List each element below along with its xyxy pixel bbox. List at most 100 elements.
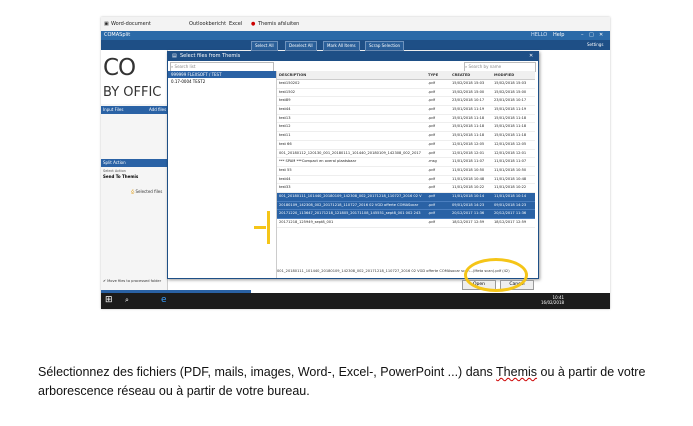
caption-themis: Themis bbox=[496, 365, 538, 379]
select-action-label: Select Action bbox=[103, 169, 126, 173]
table-row[interactable]: 20171220_113647_20171218_121805_20171108… bbox=[277, 210, 535, 219]
cell-created: 11/01/2018 10:48 bbox=[452, 176, 485, 181]
highlight-bracket-line bbox=[254, 226, 266, 229]
table-row[interactable]: 001_20180111_101440_20180109_142308_002_… bbox=[277, 192, 535, 202]
settings-link[interactable]: Settings bbox=[587, 40, 603, 50]
cell-modified: 09/01/2018 14:23 bbox=[494, 202, 527, 207]
table-row[interactable]: test44 .pdf 11/01/2018 10:48 11/01/2018 10:… bbox=[277, 176, 535, 185]
table-row[interactable]: test1502 .pdf 15/02/2018 15:00 15/02/2018 1… bbox=[277, 89, 535, 98]
cell-created: 15/02/2018 15:03 bbox=[452, 81, 485, 85]
col-modified[interactable]: MODIFIED bbox=[494, 71, 534, 79]
cell-modified: 12/01/2018 12:05 bbox=[494, 141, 527, 146]
logo: CO BY OFFIC bbox=[101, 50, 167, 104]
minimize-icon[interactable]: – bbox=[581, 31, 584, 40]
table-row[interactable]: 20180109_142308_002_20171218_110727_2016… bbox=[277, 201, 535, 211]
cell-modified: 18/12/2017 12:59 bbox=[494, 220, 527, 224]
input-files-header: Input Files Add files bbox=[101, 106, 167, 114]
caption-part1: Sélectionnez des fichiers (PDF, mails, i… bbox=[38, 365, 497, 379]
screenshot-frame: ▣ Word-document Outlookbericht Excel ● T… bbox=[101, 17, 610, 309]
table-row[interactable]: test150202 .pdf 15/02/2018 15:03 15/02/2018… bbox=[277, 80, 535, 89]
cell-modified: 15/01/2018 11:18 bbox=[494, 133, 527, 138]
cell-type: .pdf bbox=[428, 81, 435, 85]
add-files-button[interactable]: Add files bbox=[149, 106, 166, 114]
cell-description: test11 bbox=[279, 133, 291, 138]
col-description[interactable]: DESCRIPTION bbox=[279, 71, 425, 79]
table-row[interactable]: 001_20180112_120130_001_20180111_101440_… bbox=[277, 150, 535, 159]
move-files-label: Move files to processed folder bbox=[107, 279, 162, 283]
table-header: DESCRIPTION TYPE CREATED MODIFIED bbox=[277, 71, 535, 80]
col-created[interactable]: CREATED bbox=[452, 71, 492, 79]
highlight-circle bbox=[464, 258, 528, 292]
table-row[interactable]: test33 .pdf 11/01/2018 10:22 11/01/2018 10:… bbox=[277, 184, 535, 193]
edge-icon[interactable]: e bbox=[161, 295, 167, 305]
windows-start-icon[interactable]: ⊞ bbox=[105, 295, 113, 305]
table-row[interactable]: test44 .pdf 15/01/2018 11:19 15/01/2018 11:… bbox=[277, 106, 535, 115]
cell-description: 001_20180112_120130_001_20180111_101440_… bbox=[279, 150, 421, 155]
search-icon[interactable]: ⌕ bbox=[125, 296, 129, 305]
table-row[interactable]: 20171218_125949_sept8_001 .pdf 18/12/2017 … bbox=[277, 219, 535, 228]
cell-modified: 15/01/2018 11:19 bbox=[494, 107, 527, 112]
cell-description: test33 bbox=[279, 185, 291, 190]
split-action-header: Split Action bbox=[101, 159, 167, 167]
cell-type: .pdf bbox=[428, 220, 435, 224]
cell-type: .pdf bbox=[428, 193, 435, 198]
mark-all-items-button[interactable]: Mark All Items bbox=[323, 41, 360, 51]
col-type[interactable]: TYPE bbox=[428, 71, 450, 79]
logo-text-bottom: BY OFFIC bbox=[103, 85, 162, 100]
table-row[interactable]: test 66 .pdf 12/01/2018 12:05 12/01/2018 12… bbox=[277, 141, 535, 150]
select-all-button[interactable]: Select All bbox=[251, 41, 278, 51]
table-row[interactable]: test12 .pdf 15/01/2018 11:18 15/01/2018 11:… bbox=[277, 123, 535, 133]
search-icon: ⌕ bbox=[465, 64, 468, 69]
cell-created: 12/01/2018 12:01 bbox=[452, 150, 485, 155]
cell-modified: 15/02/2018 15:00 bbox=[494, 89, 527, 94]
cell-type: .pdf bbox=[428, 115, 435, 120]
qat-outlook[interactable]: Outlookbericht bbox=[189, 17, 226, 31]
folder-item[interactable]: 999999 FLEXSOFT / TEST bbox=[168, 71, 276, 78]
search-icon: ⌕ bbox=[171, 64, 174, 69]
cell-description: test150202 bbox=[279, 81, 300, 85]
cell-modified: 11/01/2018 10:48 bbox=[494, 176, 527, 181]
table-row[interactable]: test11 .pdf 15/01/2018 11:18 15/01/2018 11:… bbox=[277, 132, 535, 141]
table-row[interactable]: test89 .pdf 23/01/2018 10:17 23/01/2018 10:… bbox=[277, 97, 535, 107]
cell-description: test44 bbox=[279, 176, 291, 181]
dialog-close-icon[interactable]: ✕ bbox=[529, 52, 533, 61]
table-row[interactable]: *** SPAM ***Compact en overal plaatsbaar… bbox=[277, 158, 535, 167]
deselect-all-button[interactable]: Deselect All bbox=[285, 41, 317, 51]
maximize-icon[interactable]: □ bbox=[589, 31, 594, 40]
scrap-selection-button[interactable]: Scrap Selection bbox=[365, 41, 405, 51]
word-icon[interactable]: ▣ bbox=[104, 17, 109, 31]
cell-description: 001_20180111_101440_20180109_142308_002_… bbox=[279, 193, 422, 198]
logo-text-top: CO bbox=[103, 55, 136, 81]
cell-created: 15/01/2018 11:19 bbox=[452, 107, 485, 112]
cell-created: 15/01/2018 11:18 bbox=[452, 133, 485, 138]
cell-modified: 20/12/2017 11:36 bbox=[494, 211, 527, 216]
caption-text: Sélectionnez des fichiers (PDF, mails, i… bbox=[38, 363, 678, 401]
cell-type: .pdf bbox=[428, 89, 435, 94]
file-table: DESCRIPTION TYPE CREATED MODIFIED test15… bbox=[277, 71, 535, 251]
table-row[interactable]: test 55 .pdf 11/01/2018 10:50 11/01/2018 10… bbox=[277, 167, 535, 176]
dialog-titlebar: ▤ Select files from Themis ✕ bbox=[168, 52, 538, 61]
qat-excel[interactable]: Excel bbox=[229, 17, 242, 31]
help-link[interactable]: Help bbox=[553, 31, 564, 40]
cell-created: 20/12/2017 11:36 bbox=[452, 211, 485, 216]
send-to-select[interactable]: Send To Themis bbox=[103, 174, 138, 179]
cell-created: 15/01/2018 11:18 bbox=[452, 124, 485, 129]
table-row[interactable]: test13 .pdf 15/01/2018 11:18 15/01/2018 11:… bbox=[277, 115, 535, 124]
dialog-title: Select files from Themis bbox=[180, 53, 241, 59]
folder-item[interactable]: 0.17-0004 TEST2 bbox=[168, 78, 276, 85]
qat-themis-close[interactable]: Themis afsluiten bbox=[258, 17, 299, 31]
themis-close-icon[interactable]: ● bbox=[251, 17, 255, 31]
windows-taskbar: ⊞ ⌕ e 10:41 16/02/2018 bbox=[101, 293, 610, 309]
close-icon[interactable]: ✕ bbox=[599, 31, 603, 40]
cell-modified: 11/01/2018 11:07 bbox=[494, 159, 527, 164]
cell-modified: 12/01/2018 12:01 bbox=[494, 150, 527, 155]
clock: 10:41 16/02/2018 bbox=[541, 295, 564, 305]
cell-created: 11/01/2018 10:22 bbox=[452, 185, 485, 190]
app-titlebar: COMASplit HELLO Help – □ ✕ bbox=[101, 31, 610, 40]
folder-icon: ⎙ bbox=[131, 189, 135, 194]
cell-type: .pdf bbox=[428, 167, 435, 172]
move-files-checkbox[interactable]: ✔ Move files to processed folder bbox=[103, 279, 161, 283]
select-files-dialog: ▤ Select files from Themis ✕ ⌕ Search li… bbox=[167, 51, 539, 290]
qat-word-document[interactable]: Word-document bbox=[111, 17, 151, 31]
cell-description: test1502 bbox=[279, 89, 296, 94]
